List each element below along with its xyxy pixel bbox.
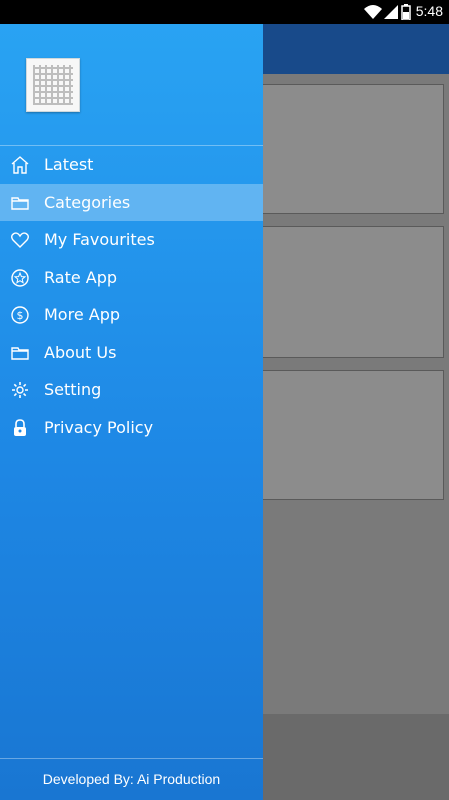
- menu-item-label: My Favourites: [44, 230, 155, 249]
- menu-item-my-favourites[interactable]: My Favourites: [0, 221, 263, 259]
- menu-item-categories[interactable]: Categories: [0, 183, 263, 221]
- background-chord-card-2[interactable]: [250, 226, 444, 358]
- drawer-footer: Developed By: Ai Production: [0, 764, 263, 800]
- menu-item-privacy-policy[interactable]: Privacy Policy: [0, 409, 263, 447]
- navigation-drawer: Latest Categories My Favourites Rate App…: [0, 24, 263, 800]
- lock-icon: [10, 418, 30, 438]
- menu-item-label: Rate App: [44, 267, 118, 287]
- star-icon: [10, 268, 30, 288]
- battery-icon: [401, 4, 411, 24]
- menu-item-more-app[interactable]: $ More App: [0, 296, 263, 334]
- menu-item-label: Privacy Policy: [44, 417, 154, 437]
- menu-item-about-us[interactable]: About Us: [0, 334, 263, 372]
- svg-text:$: $: [17, 309, 24, 322]
- home-icon: [10, 155, 30, 175]
- signal-icon: [384, 4, 398, 24]
- folder-icon: [10, 343, 30, 363]
- drawer-menu: Latest Categories My Favourites Rate App…: [0, 146, 263, 446]
- drawer-header: [0, 24, 263, 144]
- footer-divider: [0, 758, 263, 759]
- status-time: 5:48: [415, 3, 443, 19]
- menu-item-label: About Us: [44, 342, 117, 362]
- menu-item-label: More App: [44, 305, 121, 324]
- menu-item-rate-app[interactable]: Rate App: [0, 259, 263, 297]
- menu-item-label: Categories: [44, 192, 131, 212]
- menu-item-label: Setting: [44, 380, 102, 399]
- background-chord-card-3[interactable]: [250, 370, 444, 500]
- menu-item-latest[interactable]: Latest: [0, 146, 263, 184]
- status-bar: 5:48: [0, 0, 449, 24]
- menu-item-setting[interactable]: Setting: [0, 371, 263, 409]
- gear-icon: [10, 380, 30, 400]
- app-logo: [26, 58, 80, 112]
- folder-icon: [10, 193, 30, 213]
- developer-credit: Developed By: Ai Production: [42, 771, 221, 787]
- background-chord-card-1[interactable]: [250, 84, 444, 214]
- wifi-icon: [364, 4, 382, 24]
- dollar-icon: $: [10, 305, 30, 325]
- menu-item-label: Latest: [44, 155, 94, 174]
- heart-icon: [10, 230, 30, 250]
